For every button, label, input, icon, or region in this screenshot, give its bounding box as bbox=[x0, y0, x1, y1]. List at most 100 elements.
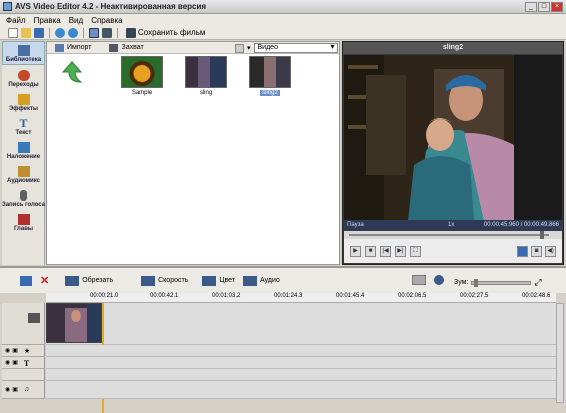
lock-icon[interactable]: ▣ bbox=[12, 359, 18, 368]
time-ruler[interactable]: 00:00:21.0 00:00:42.1 00:01:03.2 00:01:2… bbox=[46, 293, 556, 303]
ruler-tick: 00:01:24.3 bbox=[274, 293, 303, 299]
import-label: Импорт bbox=[67, 44, 92, 51]
seek-slider[interactable] bbox=[344, 231, 562, 239]
window-title: AVS Video Editor 4.2 - Неактивированная … bbox=[15, 2, 207, 11]
timeline-scrollbar[interactable] bbox=[556, 303, 564, 403]
speed-button[interactable]: Скорость bbox=[141, 275, 188, 286]
media-item-sling2[interactable]: sling2 bbox=[247, 56, 293, 96]
sidebar-item-library[interactable]: Библиотека bbox=[2, 41, 45, 65]
sidebar-item-label: Текст bbox=[15, 130, 32, 136]
timeline-view-icon[interactable] bbox=[102, 27, 112, 38]
snapshot-icon[interactable]: ◙ bbox=[531, 245, 542, 257]
media-filter-select[interactable]: Видео bbox=[253, 43, 338, 53]
trim-icon bbox=[65, 275, 80, 286]
menu-help[interactable]: Справка bbox=[91, 16, 122, 25]
preview-video[interactable] bbox=[344, 55, 562, 221]
delete-icon: ✕ bbox=[40, 275, 50, 287]
media-thumbnail bbox=[121, 56, 163, 88]
import-button[interactable]: Импорт bbox=[55, 43, 92, 52]
view-mode-icon[interactable] bbox=[235, 43, 244, 53]
playback-time: 00:00:45.960 / 00:00:49.866 bbox=[483, 222, 559, 228]
redo-icon[interactable] bbox=[68, 27, 78, 38]
audio-track-header: ◉ ▣ ♫ bbox=[2, 381, 45, 399]
ruler-tick: 00:00:21.0 bbox=[90, 293, 119, 299]
zoom-slider[interactable] bbox=[471, 278, 532, 287]
color-label: Цвет bbox=[219, 277, 236, 284]
sidebar-item-chapters[interactable]: Главы bbox=[2, 209, 45, 233]
effects-track bbox=[46, 345, 556, 357]
menu-bar: Файл Правка Вид Справка bbox=[0, 14, 566, 26]
close-button[interactable]: × bbox=[551, 2, 563, 12]
ruler-tick: 00:02:48.6 bbox=[522, 293, 551, 299]
sidebar-item-text[interactable]: T Текст bbox=[2, 113, 45, 137]
minimize-button[interactable]: _ bbox=[525, 2, 537, 12]
menu-edit[interactable]: Правка bbox=[34, 16, 61, 25]
zoom-control: Зум: ⤢ bbox=[454, 277, 542, 288]
prev-frame-icon[interactable]: |◀ bbox=[380, 245, 391, 257]
voice-record-icon bbox=[20, 190, 27, 201]
fullscreen-icon[interactable]: ⛶ bbox=[410, 245, 421, 257]
sidebar-item-overlay[interactable]: Наложение bbox=[2, 137, 45, 161]
media-library: Импорт Захват ▾ Видео Sample sling sling… bbox=[46, 41, 340, 265]
sidebar-item-effects[interactable]: Эффекты bbox=[2, 89, 45, 113]
capture-button[interactable]: Захват bbox=[109, 43, 144, 52]
chevron-down-icon[interactable]: ▾ bbox=[247, 44, 251, 52]
volume-icon[interactable]: ◀) bbox=[545, 245, 556, 257]
text-track bbox=[46, 357, 556, 369]
media-item-sample[interactable]: Sample bbox=[119, 56, 165, 96]
media-item-sling[interactable]: sling bbox=[183, 56, 229, 96]
sidebar-item-label: Наложение bbox=[6, 154, 41, 160]
capture-label: Захват bbox=[121, 44, 144, 51]
playback-controls: ▶ ■ |◀ ▶| ⛶ ◙ ◀) bbox=[344, 239, 562, 263]
storyboard-view-icon[interactable] bbox=[89, 27, 99, 38]
edit-clip-button[interactable] bbox=[20, 275, 32, 286]
save-movie-button[interactable]: Сохранить фильм bbox=[126, 27, 205, 38]
up-folder-icon[interactable] bbox=[61, 60, 87, 86]
sidebar-item-voice-record[interactable]: Запись голоса bbox=[2, 185, 45, 209]
sidebar-item-label: Главы bbox=[13, 226, 34, 232]
empty-track-header bbox=[2, 369, 45, 381]
audio-track bbox=[46, 381, 556, 399]
lock-icon[interactable]: ▣ bbox=[12, 347, 18, 355]
eye-icon[interactable]: ◉ bbox=[5, 359, 10, 368]
eye-icon[interactable]: ◉ bbox=[5, 347, 10, 355]
sidebar-item-label: Эффекты bbox=[8, 106, 39, 112]
sidebar-item-transitions[interactable]: Переходы bbox=[2, 65, 45, 89]
video-track bbox=[46, 303, 556, 413]
sidebar: Библиотека Переходы Эффекты T Текст Нало… bbox=[2, 41, 45, 265]
zoom-fit-icon[interactable]: ⤢ bbox=[534, 277, 541, 288]
menu-file[interactable]: Файл bbox=[6, 16, 26, 25]
next-frame-icon[interactable]: ▶| bbox=[395, 245, 406, 257]
audio-icon bbox=[243, 275, 258, 286]
storyboard-icon[interactable] bbox=[412, 275, 426, 285]
open-project-icon[interactable] bbox=[21, 27, 31, 38]
sidebar-item-label: Библиотека bbox=[5, 57, 42, 63]
menu-view[interactable]: Вид bbox=[69, 16, 83, 25]
ruler-tick: 00:02:27.5 bbox=[460, 293, 489, 299]
play-icon[interactable]: ▶ bbox=[350, 245, 361, 257]
sidebar-item-audiomix[interactable]: Аудиомикс bbox=[2, 161, 45, 185]
video-track-icon bbox=[28, 313, 40, 323]
color-icon bbox=[202, 275, 217, 286]
display-icon[interactable] bbox=[517, 245, 528, 257]
new-project-icon[interactable] bbox=[8, 27, 18, 38]
seek-handle[interactable] bbox=[540, 231, 544, 239]
audio-button[interactable]: Аудио bbox=[243, 275, 280, 286]
video-clip[interactable] bbox=[46, 303, 102, 343]
maximize-button[interactable]: □ bbox=[538, 2, 550, 12]
sidebar-item-label: Переходы bbox=[8, 82, 39, 88]
trim-button[interactable]: Обрезать bbox=[65, 275, 113, 286]
eye-icon[interactable]: ◉ bbox=[5, 386, 10, 393]
voice-over-icon[interactable] bbox=[434, 275, 444, 285]
effects-icon bbox=[17, 94, 30, 105]
undo-icon[interactable] bbox=[55, 27, 65, 38]
sidebar-item-label: Запись голоса bbox=[1, 202, 46, 208]
ruler-tick: 00:01:45.4 bbox=[336, 293, 365, 299]
library-icon bbox=[17, 45, 30, 56]
stop-icon[interactable]: ■ bbox=[365, 245, 376, 257]
delete-button[interactable]: ✕ bbox=[40, 274, 49, 287]
save-project-icon[interactable] bbox=[34, 27, 44, 38]
overlay-icon bbox=[17, 142, 30, 153]
lock-icon[interactable]: ▣ bbox=[12, 386, 18, 393]
color-button[interactable]: Цвет bbox=[202, 275, 236, 286]
